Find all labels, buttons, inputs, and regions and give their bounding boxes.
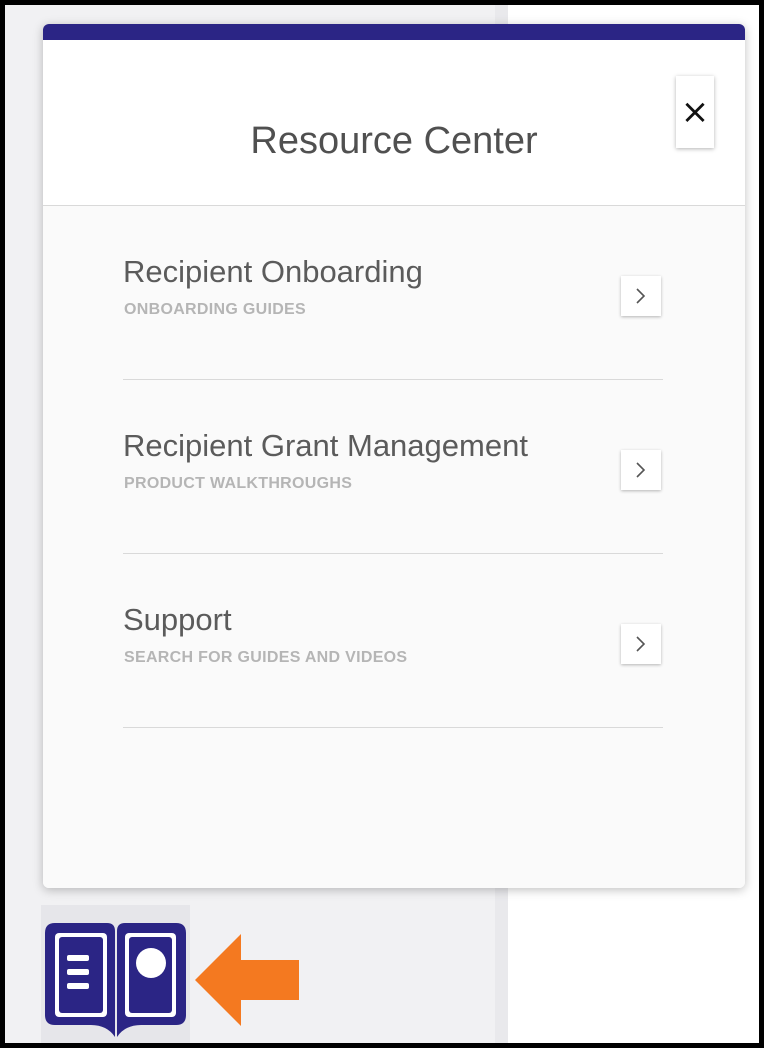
arrow-left-icon: [195, 934, 299, 1026]
menu-item-subtitle: SEARCH FOR GUIDES AND VIDEOS: [124, 649, 408, 666]
panel-accent-bar: [43, 24, 745, 40]
open-book-icon: [45, 923, 186, 1037]
menu-item-support[interactable]: Support SEARCH FOR GUIDES AND VIDEOS: [123, 554, 663, 728]
open-item-button[interactable]: [621, 276, 661, 316]
menu-item-recipient-grant-management[interactable]: Recipient Grant Management PRODUCT WALKT…: [123, 380, 663, 554]
open-item-button[interactable]: [621, 450, 661, 490]
close-button[interactable]: ×: [676, 76, 714, 148]
resource-center-launcher[interactable]: [41, 905, 190, 1043]
open-item-button[interactable]: [621, 624, 661, 664]
menu-item-subtitle: PRODUCT WALKTHROUGHS: [124, 475, 353, 492]
menu-item-recipient-onboarding[interactable]: Recipient Onboarding ONBOARDING GUIDES: [123, 206, 663, 380]
close-icon: ×: [680, 92, 710, 132]
chevron-right-icon: [636, 636, 646, 652]
menu-item-title: Recipient Grant Management: [123, 428, 528, 463]
chevron-right-icon: [636, 288, 646, 304]
menu-item-title: Recipient Onboarding: [123, 254, 423, 289]
resource-menu: Recipient Onboarding ONBOARDING GUIDES R…: [43, 206, 745, 888]
chevron-right-icon: [636, 462, 646, 478]
menu-item-subtitle: ONBOARDING GUIDES: [124, 301, 306, 318]
menu-item-title: Support: [123, 602, 232, 637]
panel-title: Resource Center: [250, 120, 538, 162]
resource-center-panel: Resource Center × Recipient Onboarding O…: [43, 24, 745, 888]
